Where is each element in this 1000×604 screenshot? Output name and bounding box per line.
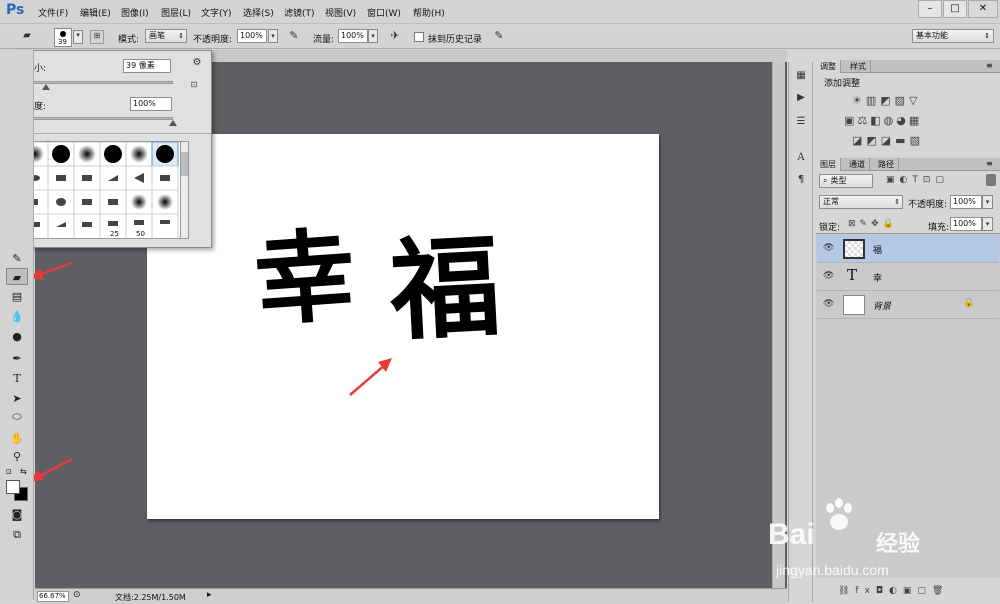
layer-row-xing[interactable]: 👁 T 幸: [817, 263, 999, 291]
lock-icons[interactable]: ⊠✎✥🔒: [848, 219, 908, 231]
size-slider-thumb[interactable]: [41, 84, 50, 90]
layers-tabbar: 图层 通道 路径 ≡: [816, 158, 1000, 171]
adjustment-icons-row-3[interactable]: ◪◩◪▬▧: [852, 134, 972, 148]
gear-icon[interactable]: ⚙: [190, 57, 204, 68]
foreground-color-swatch[interactable]: [6, 480, 20, 494]
layer-name: 福: [873, 246, 883, 256]
watermark-url: jingyan.baidu.com: [776, 562, 889, 578]
layer-name: 背景: [873, 302, 892, 312]
ellipse-tool-icon[interactable]: ⬭: [6, 408, 28, 425]
preset-grid-scrollbar[interactable]: [180, 141, 189, 239]
lock-icon: 🔒: [963, 298, 975, 308]
arrow-to-canvas-stroke: [349, 358, 392, 396]
adjustment-icons-row-1[interactable]: ☀▥◩▨▽: [852, 94, 972, 108]
status-bar: 66.67% ⊙ 文档:2.25M/1.50M ▸: [35, 588, 787, 604]
layer-row-fu[interactable]: 👁 福: [817, 235, 999, 263]
layer-thumbnail: [843, 295, 865, 315]
fill-field[interactable]: 100%: [950, 217, 982, 231]
search-icon: ⌕: [823, 176, 828, 185]
layer-filter-icons[interactable]: ▣◐T⊡▢: [886, 175, 982, 187]
layer-filter-value: 类型: [830, 176, 847, 185]
visibility-eye-icon[interactable]: 👁: [823, 243, 835, 253]
dropdown-arrow-icon: ⇕: [894, 198, 900, 206]
arrow-to-eraser-tool: [30, 261, 73, 280]
layers-footer-icons[interactable]: ⛓fx◘◐▣▢🗑: [816, 586, 1000, 600]
tools-panel: ✎ ▰ ▤ 💧 ● ✒ T ➤ ⬭ ✋ ⚲ ⊡ ⇆ ◙ ⧉: [0, 50, 34, 600]
visibility-eye-icon[interactable]: 👁: [823, 299, 835, 309]
opacity-dropdown-icon[interactable]: ▾: [982, 195, 993, 209]
zoom-tool-icon[interactable]: ⚲: [6, 448, 28, 465]
actions-panel-icon[interactable]: ▶: [794, 92, 808, 103]
gradient-tool-icon[interactable]: ▤: [6, 288, 28, 305]
filter-toggle[interactable]: [986, 174, 996, 186]
arrow-to-color-swatches: [28, 457, 73, 482]
text-layer-icon: T: [847, 266, 858, 284]
blend-mode-value: 正常: [823, 197, 839, 206]
brush-preset-grid[interactable]: 25 50: [21, 141, 181, 239]
watermark-brand-cn: 经验: [876, 532, 921, 557]
path-selection-tool-icon[interactable]: ➤: [6, 390, 28, 407]
preset-size-label: 50: [136, 230, 145, 238]
status-menu-arrow-icon[interactable]: ▸: [207, 590, 212, 600]
properties-panel-icon[interactable]: ☰: [794, 116, 808, 127]
layer-filter-dropdown[interactable]: ⌕ 类型: [819, 174, 873, 188]
layer-opacity-label: 不透明度:: [908, 200, 948, 210]
paragraph-panel-icon[interactable]: ¶: [794, 174, 808, 185]
lock-label: 锁定:: [819, 223, 841, 233]
eraser-tool-icon[interactable]: ▰: [6, 268, 28, 285]
tab-channels[interactable]: 通道: [845, 158, 870, 171]
dodge-tool-icon[interactable]: ●: [6, 328, 28, 345]
pen-tool-icon[interactable]: ✒: [6, 350, 28, 367]
divider: [13, 133, 211, 134]
size-field[interactable]: 39 像素: [123, 59, 171, 73]
adjustments-title: 添加调整: [824, 79, 861, 89]
layer-thumbnail: [843, 239, 865, 259]
panel-menu-icon[interactable]: ≡: [986, 61, 993, 70]
history-brush-tool-icon[interactable]: ✎: [6, 250, 28, 267]
zoom-field[interactable]: 66.67%: [37, 591, 69, 602]
blend-mode-dropdown[interactable]: 正常 ⇕: [819, 195, 903, 209]
tab-styles[interactable]: 样式: [846, 60, 871, 73]
character-panel-icon[interactable]: A: [794, 152, 808, 163]
baidu-watermark: Bai 经验 jingyan.baidu.com: [768, 496, 948, 586]
hardness-slider-track[interactable]: [25, 117, 173, 120]
screen-mode-icon[interactable]: ⧉: [6, 526, 28, 543]
layer-opacity-field[interactable]: 100%: [950, 195, 982, 209]
tab-layers[interactable]: 图层: [816, 158, 841, 171]
adjustment-icons-row-2[interactable]: ▣⚖◧◍◕▦: [844, 114, 984, 128]
hardness-field[interactable]: 100%: [130, 97, 172, 111]
tab-adjustments[interactable]: 调整: [816, 60, 841, 73]
brush-presets-graphic: [22, 142, 179, 238]
adjustments-tabbar: 调整 样式 ≡: [816, 60, 1000, 73]
scrollbar-thumb[interactable]: [181, 152, 188, 176]
status-info-icon[interactable]: ⊙: [73, 590, 81, 600]
hardness-slider-thumb[interactable]: [169, 120, 177, 126]
document-size: 文档:2.25M/1.50M: [115, 593, 186, 602]
fill-label: 填充:: [928, 223, 950, 233]
panel-menu-icon[interactable]: ≡: [986, 159, 993, 168]
preset-size-label: 25: [110, 230, 119, 238]
layer-row-background[interactable]: 👁 背景 🔒: [817, 291, 999, 319]
watermark-brand: Bai: [768, 518, 815, 551]
history-panel-icon[interactable]: ▦: [794, 70, 808, 81]
visibility-eye-icon[interactable]: 👁: [823, 271, 835, 281]
baidu-paw-icon: [826, 498, 852, 530]
fill-dropdown-icon[interactable]: ▾: [982, 217, 993, 231]
default-colors-icon[interactable]: ⊡: [6, 468, 12, 476]
tab-paths[interactable]: 路径: [874, 158, 899, 171]
hand-tool-icon[interactable]: ✋: [6, 430, 28, 447]
blur-tool-icon[interactable]: 💧: [6, 308, 28, 325]
swap-colors-icon[interactable]: ⇆: [20, 467, 27, 476]
brush-preset-panel: 大小: 39 像素 ⚙ ⊡ 硬度: 100% 25 50: [12, 50, 212, 248]
type-tool-icon[interactable]: T: [6, 370, 28, 387]
quick-mask-icon[interactable]: ◙: [6, 506, 28, 523]
new-preset-icon[interactable]: ⊡: [188, 80, 200, 89]
layer-name: 幸: [873, 274, 883, 284]
